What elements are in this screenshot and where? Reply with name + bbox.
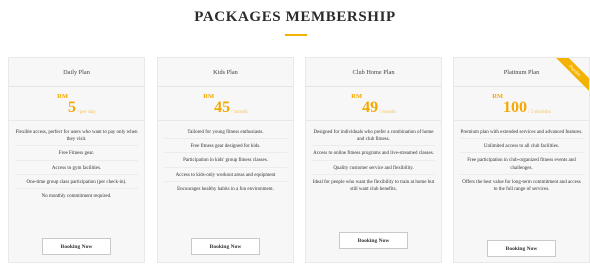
feature-item: Offers the best value for long-term comm… (462, 179, 581, 193)
booking-now-button[interactable]: Booking Now (191, 238, 260, 255)
feature-item: Designed for individuals who prefer a co… (312, 127, 435, 147)
currency: RM (203, 93, 215, 100)
section-title: PACKAGES MEMBERSHIP (194, 9, 396, 25)
booking-now-button[interactable]: Booking Now (42, 238, 111, 255)
price-period: / 3 months (528, 109, 551, 115)
plan-price: RM 45 / month (158, 87, 293, 121)
feature-item: Free fitness gear designed for kids. (164, 141, 287, 154)
price-period: / per day (76, 109, 96, 115)
feature-item: Access to gym facilities. (15, 163, 138, 175)
currency: RM (492, 93, 504, 100)
feature-item: Access to kids-only workout areas and eq… (164, 170, 287, 182)
plan-card-kids: Kids Plan RM 45 / month Tailored for you… (157, 57, 294, 263)
feature-item: Free Fitness gear. (15, 148, 138, 161)
plan-price: RM 5 / per day (9, 87, 144, 121)
currency: RM (57, 93, 68, 100)
price-amount: 45 (214, 99, 231, 116)
feature-item: One-time group class participation (per … (15, 177, 138, 190)
feature-list: Tailored for young fitness enthusiasts. … (158, 121, 293, 195)
feature-list: Designed for individuals who prefer a co… (306, 121, 441, 195)
feature-list: Premium plan with extended services and … (454, 121, 589, 195)
booking-now-button[interactable]: Booking Now (339, 232, 408, 249)
feature-item: Tailored for young fitness enthusiasts. (164, 127, 287, 140)
popular-ribbon: Popular (550, 58, 589, 95)
price-amount: 49 (362, 99, 379, 116)
feature-item: Access to online fitness programs and li… (312, 148, 435, 161)
plan-card-platinum: Popular Platinum Plan RM 100 / 3 months … (453, 57, 590, 263)
plan-card-club-home: Club Home Plan RM 49 / month Designed fo… (305, 57, 442, 263)
ribbon-container: Popular (549, 58, 589, 98)
price-amount: 100 (503, 99, 528, 116)
feature-item: Participation in kids' group fitness cla… (164, 155, 287, 168)
feature-item: Unlimited access to all club facilities. (460, 141, 583, 154)
price-amount: 5 (67, 99, 76, 116)
plan-name: Club Home Plan (306, 58, 441, 87)
plan-name: Kids Plan (158, 58, 293, 87)
feature-item: Free participation in club-organized fit… (460, 155, 583, 175)
feature-item: Ideal for people who want the flexibilit… (312, 179, 435, 193)
plan-name: Daily Plan (9, 58, 144, 87)
plan-price: RM 49 / month (306, 87, 441, 121)
feature-item: Encourages healthy habits in a fun envir… (177, 186, 274, 192)
booking-now-button[interactable]: Booking Now (487, 240, 556, 257)
feature-item: Flexible access, perfect for users who w… (15, 127, 138, 147)
price-period: / month (379, 109, 396, 115)
currency: RM (351, 93, 363, 100)
feature-item: No monthly commitment required. (41, 194, 112, 200)
title-underline (285, 34, 307, 36)
price-period: / month (231, 109, 248, 115)
feature-item: Premium plan with extended services and … (460, 127, 583, 140)
feature-item: Quality customer service and flexibility… (312, 163, 435, 175)
feature-list: Flexible access, perfect for users who w… (9, 121, 144, 202)
plan-card-daily: Daily Plan RM 5 / per day Flexible acces… (8, 57, 145, 263)
